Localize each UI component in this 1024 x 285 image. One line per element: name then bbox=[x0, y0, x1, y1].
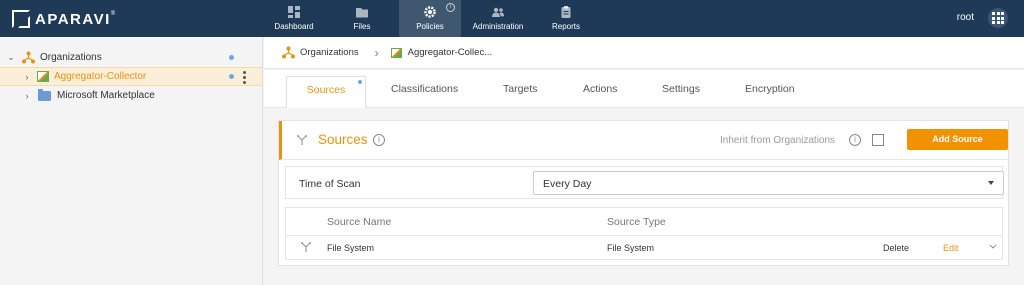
tab-actions[interactable]: Actions bbox=[583, 83, 617, 95]
dropdown-arrow-icon bbox=[988, 181, 994, 185]
expand-chevron-icon[interactable]: › bbox=[22, 91, 32, 101]
source-fork-icon bbox=[297, 135, 307, 145]
tab-encryption[interactable]: Encryption bbox=[745, 83, 795, 95]
nav-tab-label: Files bbox=[353, 22, 371, 31]
time-of-scan-label: Time of Scan bbox=[299, 178, 361, 190]
sources-info-icon[interactable]: i bbox=[373, 134, 385, 146]
app-grid-icon[interactable] bbox=[988, 8, 1008, 28]
tab-classifications[interactable]: Classifications bbox=[391, 83, 458, 95]
inherit-info-icon[interactable]: i bbox=[849, 134, 861, 146]
expand-chevron-icon[interactable] bbox=[989, 241, 997, 249]
dashboard-icon bbox=[288, 6, 300, 18]
inherit-checkbox[interactable] bbox=[872, 134, 884, 146]
tab-label: Sources bbox=[306, 84, 346, 96]
tree-item-microsoft-marketplace[interactable]: › Microsoft Marketplace bbox=[0, 86, 262, 105]
status-dot bbox=[229, 74, 234, 79]
organization-icon bbox=[22, 51, 35, 64]
more-options-icon[interactable] bbox=[243, 71, 246, 84]
breadcrumb-separator-icon: › bbox=[374, 45, 379, 60]
nav-tab-files[interactable]: Files bbox=[331, 0, 393, 37]
tab-sources[interactable]: Sources bbox=[286, 76, 366, 108]
nav-tab-label: Policies bbox=[416, 22, 444, 31]
breadcrumb: Organizations › Aggregator-Collec... bbox=[264, 37, 1024, 69]
breadcrumb-organizations[interactable]: Organizations bbox=[282, 46, 359, 59]
user-name[interactable]: root bbox=[957, 12, 974, 23]
tab-targets[interactable]: Targets bbox=[503, 83, 537, 95]
time-of-scan-select[interactable]: Every Day bbox=[533, 171, 1004, 195]
folder-icon bbox=[356, 8, 368, 18]
breadcrumb-label: Organizations bbox=[300, 47, 359, 58]
breadcrumb-current: Aggregator-Collec... bbox=[407, 47, 493, 58]
inherit-label: Inherit from Organizations bbox=[720, 135, 836, 146]
column-header-source-name: Source Name bbox=[327, 216, 392, 228]
collector-icon bbox=[390, 47, 402, 58]
logo-mark-icon bbox=[12, 10, 30, 28]
source-type-cell: File System bbox=[607, 243, 655, 253]
top-navigation-bar: APARAVI® Dashboard Files Policies i Admi… bbox=[0, 0, 1024, 37]
users-icon bbox=[492, 7, 504, 17]
tree-item-label: Aggregator-Collector bbox=[54, 71, 147, 82]
nav-tab-reports[interactable]: Reports bbox=[535, 0, 597, 37]
nav-tab-label: Administration bbox=[472, 22, 524, 31]
collapse-chevron-icon[interactable]: ⌄ bbox=[6, 52, 16, 63]
sources-panel: Sources i Inherit from Organizations i A… bbox=[278, 120, 1009, 266]
expand-chevron-icon[interactable]: › bbox=[22, 72, 32, 82]
status-dot bbox=[229, 55, 234, 60]
nav-tab-policies[interactable]: Policies i bbox=[399, 0, 461, 37]
folder-icon bbox=[38, 88, 51, 101]
tree-item-organizations[interactable]: ⌄ Organizations bbox=[0, 48, 262, 67]
main-content: Organizations › Aggregator-Collec... Sou… bbox=[264, 37, 1024, 285]
sources-panel-header: Sources i Inherit from Organizations i A… bbox=[279, 121, 1008, 160]
aparavi-logo[interactable]: APARAVI® bbox=[12, 9, 117, 29]
delete-link[interactable]: Delete bbox=[883, 243, 909, 253]
source-fork-icon bbox=[301, 242, 311, 252]
time-of-scan-row: Time of Scan Every Day bbox=[285, 166, 1004, 199]
gear-icon bbox=[424, 6, 436, 18]
tree-item-aggregator-collector[interactable]: › Aggregator-Collector bbox=[0, 67, 262, 86]
tab-status-dot bbox=[358, 80, 362, 84]
column-header-source-type: Source Type bbox=[607, 216, 666, 228]
divider bbox=[286, 235, 1002, 236]
nav-tab-dashboard[interactable]: Dashboard bbox=[263, 0, 325, 37]
policy-tabs: Sources Classifications Targets Actions … bbox=[264, 70, 1024, 108]
source-name-cell: File System bbox=[327, 243, 375, 253]
tree-item-label: Organizations bbox=[40, 52, 102, 63]
add-source-button[interactable]: Add Source bbox=[907, 129, 1008, 150]
tab-settings[interactable]: Settings bbox=[662, 83, 700, 95]
sidebar-tree: ⌄ Organizations › Aggregator-Collector ›… bbox=[0, 37, 263, 285]
logo-registered-mark: ® bbox=[110, 10, 117, 17]
collector-icon bbox=[37, 71, 49, 82]
sources-table: Source Name Source Type File System File… bbox=[285, 207, 1003, 260]
panel-title: Sources bbox=[318, 132, 368, 147]
logo-text: APARAVI bbox=[35, 10, 111, 28]
nav-tab-label: Reports bbox=[551, 22, 580, 31]
nav-tab-administration[interactable]: Administration bbox=[467, 0, 529, 37]
select-value: Every Day bbox=[543, 178, 592, 190]
tree-item-label: Microsoft Marketplace bbox=[57, 90, 155, 101]
organization-icon bbox=[282, 46, 295, 59]
clipboard-icon bbox=[561, 6, 571, 18]
edit-link[interactable]: Edit bbox=[943, 243, 959, 253]
nav-tab-label: Dashboard bbox=[274, 22, 314, 31]
policies-info-icon[interactable]: i bbox=[446, 3, 455, 12]
